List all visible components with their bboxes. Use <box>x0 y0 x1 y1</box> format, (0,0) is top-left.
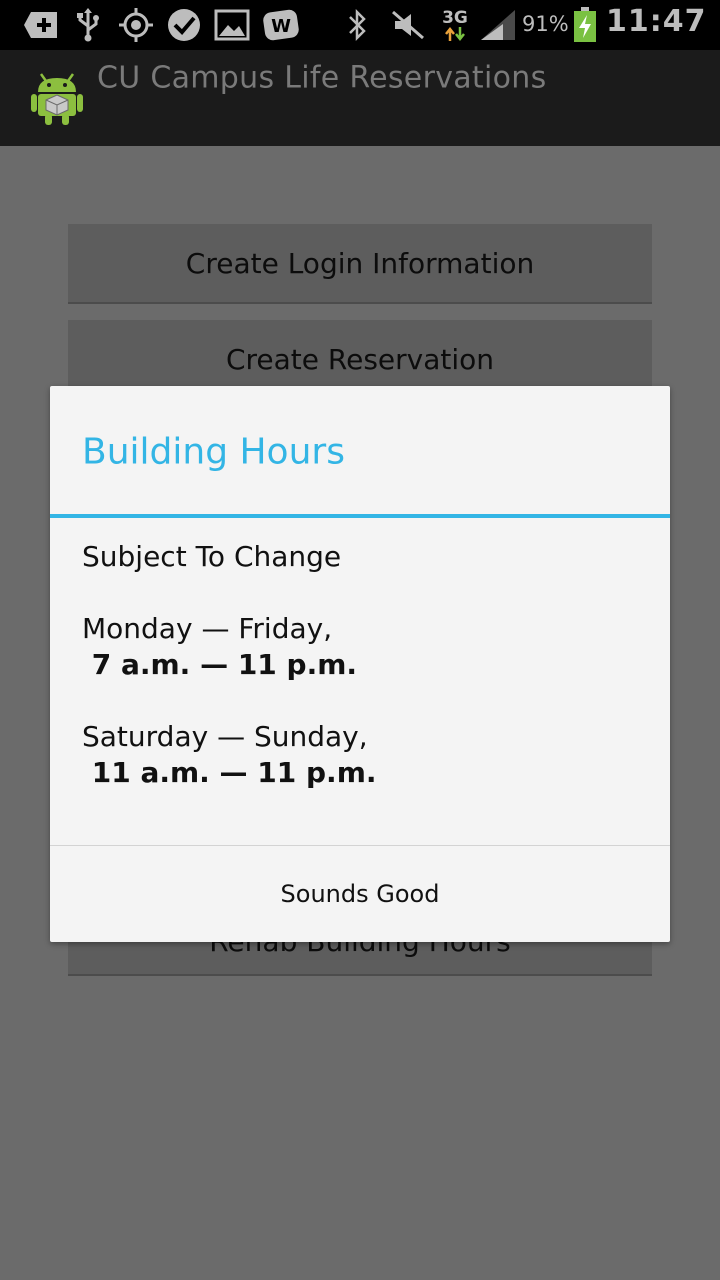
gps-icon <box>117 8 155 42</box>
create-login-button[interactable]: Create Login Information <box>68 224 652 304</box>
image-icon <box>213 8 251 42</box>
app-title: CU Campus Life Reservations <box>97 60 547 96</box>
dialog-weekday-hours: 7 a.m. — 11 p.m. <box>82 648 358 681</box>
dialog-weekend-line: Saturday — Sunday, <box>82 720 368 753</box>
svg-text:W: W <box>271 16 291 37</box>
dialog-weekend-hours: 11 a.m. — 11 p.m. <box>82 756 377 789</box>
signal-icon <box>478 8 518 42</box>
dialog-subject-line: Subject To Change <box>82 540 342 573</box>
status-bar: W 3G 91% 11:47 <box>0 0 720 50</box>
sounds-good-button[interactable]: Sounds Good <box>50 846 670 942</box>
battery-percent: 91% <box>522 12 569 36</box>
mute-icon <box>390 8 426 42</box>
add-notification-icon <box>22 8 60 42</box>
dialog-title-divider <box>50 514 670 518</box>
bluetooth-icon <box>343 8 371 42</box>
w-app-icon: W <box>262 8 300 42</box>
dialog-title: Building Hours <box>82 431 345 473</box>
android-app-icon[interactable] <box>30 70 84 126</box>
check-notification-icon <box>165 8 203 42</box>
dialog-weekday-line: Monday — Friday, <box>82 612 333 645</box>
clock: 11:47 <box>606 4 707 39</box>
battery-charging-icon <box>572 7 598 42</box>
data-3g-icon: 3G <box>438 8 472 42</box>
network-type-label: 3G <box>442 8 468 28</box>
usb-icon <box>72 8 104 42</box>
